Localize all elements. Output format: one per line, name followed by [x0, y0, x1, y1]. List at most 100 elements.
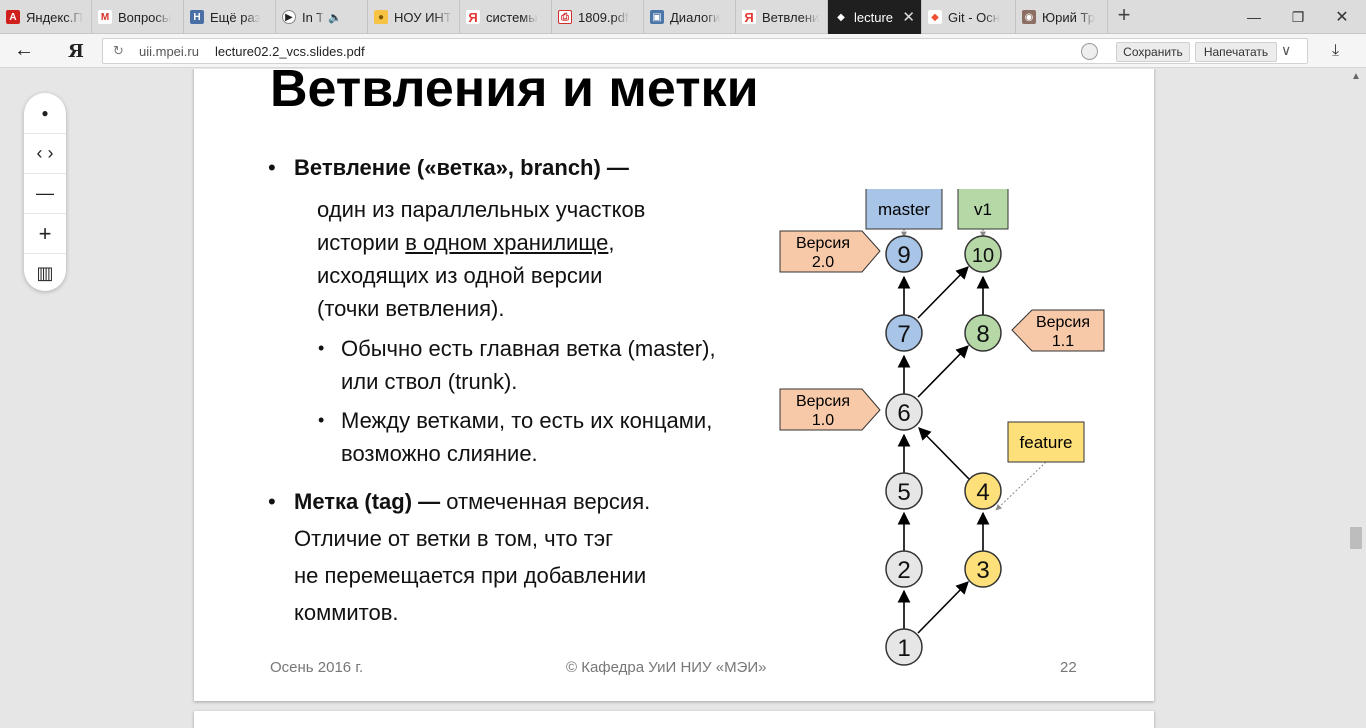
commit-label: 10	[972, 245, 994, 267]
tab-gmail[interactable]: M Вопросы	[92, 0, 184, 34]
label-pointers	[901, 229, 1047, 511]
tab-title: Юрий Тр	[1042, 9, 1095, 25]
sub-bullet-dot: •	[318, 410, 325, 430]
download-icon[interactable]: ⤓	[1332, 42, 1339, 60]
tab-title: lecture	[854, 9, 894, 25]
tab-lecture-active[interactable]: ◆ lecture ✕	[828, 0, 922, 34]
url-path: lecture02.2_vcs.slides.pdf	[215, 44, 365, 59]
play-icon: ▶	[282, 10, 296, 24]
tab-strip: A Яндекс.П M Вопросы H Ещё раз ▶ In T 🔈 …	[0, 0, 1366, 34]
vk-icon: ▣	[650, 10, 664, 24]
tab-title: НОУ ИНТ	[394, 9, 452, 25]
tab-yandex-search[interactable]: Я системы	[460, 0, 552, 34]
pdf-next-page	[194, 711, 1154, 728]
chevron-down-icon[interactable]: ∨	[1281, 42, 1291, 59]
sub-bullet-master: Обычно есть главная ветка (master),	[341, 336, 716, 361]
branch-diagram: master v1 feature Версия 2.0 Версия 1.1 …	[779, 189, 1105, 666]
avatar-icon: ◉	[1022, 10, 1036, 24]
tab-video[interactable]: ▶ In T 🔈	[276, 0, 368, 34]
scrollbar-thumb[interactable]	[1350, 527, 1362, 549]
bullet-dot: •	[268, 155, 276, 180]
commit-label: 1	[897, 635, 910, 662]
pdf-viewer: ● ‹ › — + ▥ ▲ Ветвления и метки • Ветвле…	[0, 69, 1366, 728]
address-row: ← Я ↻ uii.mpei.ru lecture02.2_vcs.slides…	[0, 34, 1366, 68]
tab-title: Вопросы	[118, 9, 172, 25]
tab-yandex-branches[interactable]: Я Ветвлени	[736, 0, 828, 34]
sub-bullet-merge: Между ветками, то есть их концами,	[341, 408, 713, 433]
incognito-icon: ◆	[834, 10, 848, 24]
tab-title: In T	[302, 9, 325, 25]
sub-bullet-merge-cont: возможно слияние.	[341, 441, 538, 466]
new-tab-button[interactable]: +	[1112, 4, 1136, 28]
bullet-tag-line: коммитов.	[294, 600, 399, 625]
bullet-tag-line: не перемещается при добавлении	[294, 563, 647, 588]
viewer-toolbar: ● ‹ › — + ▥	[24, 93, 66, 291]
yandex-icon: Я	[742, 10, 756, 25]
pdf-page: Ветвления и метки • Ветвление («ветка», …	[194, 69, 1154, 701]
tab-title: Ветвлени	[762, 9, 820, 25]
tab-title: Яндекс.П	[26, 9, 83, 25]
commit-label: 9	[897, 242, 910, 269]
globe-icon[interactable]	[1081, 43, 1098, 60]
tag-text: 2.0	[812, 254, 834, 271]
page-nav-icon[interactable]: ‹ ›	[24, 133, 66, 173]
commit-label: 7	[897, 321, 910, 348]
reload-icon[interactable]: ↻	[113, 43, 124, 59]
definition-line: исходящих из одной версии	[317, 263, 603, 288]
tab-title: Git - Осн	[948, 9, 1000, 25]
tag-text: Версия	[1036, 314, 1090, 331]
master-branch-text: master	[878, 200, 930, 219]
print-button[interactable]: Напечатать	[1195, 42, 1277, 62]
sub-bullet-master-cont: или ствол (trunk).	[341, 369, 518, 394]
habr-icon: H	[190, 10, 204, 24]
tab-git[interactable]: ◆ Git - Осн	[922, 0, 1016, 34]
definition-line: (точки ветвления).	[317, 296, 505, 321]
address-bar[interactable]: ↻ uii.mpei.ru lecture02.2_vcs.slides.pdf…	[102, 38, 1308, 64]
tab-title: Ещё раз	[210, 9, 261, 25]
bullet-dot: •	[268, 489, 276, 514]
tag-text: Версия	[796, 393, 850, 410]
git-icon: ◆	[928, 10, 942, 24]
close-tab-icon[interactable]: ✕	[902, 8, 915, 26]
bullet-tag: Метка (tag) — отмеченная версия.	[294, 489, 651, 514]
commit-label: 5	[897, 479, 910, 506]
restore-button[interactable]: ❐	[1276, 0, 1320, 34]
tab-intuit[interactable]: ● НОУ ИНТ	[368, 0, 460, 34]
pdf-icon: ⎙	[558, 10, 572, 24]
footer-date: Осень 2016 г.	[270, 659, 364, 676]
tag-text: 1.1	[1052, 333, 1074, 350]
scroll-up-icon[interactable]: ▲	[1350, 71, 1362, 82]
tab-yandex[interactable]: A Яндекс.П	[0, 0, 92, 34]
v1-branch-text: v1	[974, 200, 992, 219]
save-button[interactable]: Сохранить	[1116, 42, 1190, 62]
bullet-tag-line: Отличие от ветки в том, что тэг	[294, 526, 614, 551]
commit-label: 4	[976, 479, 989, 506]
definition-line: один из параллельных участков	[317, 197, 646, 222]
cursor-icon[interactable]: ●	[24, 93, 66, 133]
commit-label: 8	[976, 321, 989, 348]
sub-bullet-dot: •	[318, 338, 325, 358]
fit-page-icon[interactable]: ▥	[24, 253, 66, 293]
yandex-icon: Я	[466, 10, 480, 25]
definition-line: истории в одном хранилище,	[317, 230, 615, 255]
page-number: 22	[1060, 659, 1077, 676]
commit-label: 6	[897, 400, 910, 427]
tab-habr[interactable]: H Ещё раз	[184, 0, 276, 34]
tab-profile[interactable]: ◉ Юрий Тр	[1016, 0, 1108, 34]
tab-vk[interactable]: ▣ Диалоги	[644, 0, 736, 34]
zoom-in-icon[interactable]: +	[24, 213, 66, 253]
commit-label: 2	[897, 557, 910, 584]
bullet-branch-heading: Ветвление («ветка», branch) —	[294, 155, 629, 180]
zoom-out-icon[interactable]: —	[24, 173, 66, 213]
yandex-logo-icon[interactable]: Я	[68, 41, 84, 62]
tab-title: Диалоги	[670, 9, 721, 25]
tag-text: Версия	[796, 235, 850, 252]
gmail-icon: M	[98, 10, 112, 24]
close-window-button[interactable]: ✕	[1320, 0, 1364, 34]
back-button[interactable]: ←	[14, 40, 42, 62]
tab-title: 1809.pdf	[578, 9, 629, 25]
minimize-button[interactable]: —	[1232, 0, 1276, 34]
tab-title: системы	[486, 9, 538, 25]
tab-pdf[interactable]: ⎙ 1809.pdf	[552, 0, 644, 34]
speaker-icon[interactable]: 🔈	[328, 11, 342, 24]
